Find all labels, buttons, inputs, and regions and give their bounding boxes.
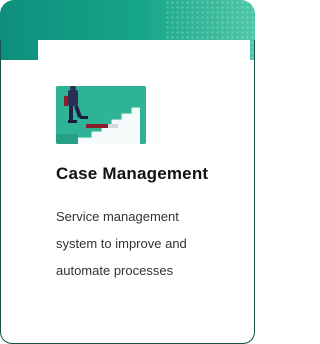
- card-description-line: system to improve and: [56, 236, 187, 251]
- card-description-line: automate processes: [56, 263, 174, 278]
- card-description-line: Service management: [56, 209, 179, 224]
- staircase-climb-illustration: [56, 86, 146, 144]
- product-card[interactable]: Case Management Service management syste…: [0, 0, 255, 344]
- card-title: Case Management: [56, 164, 209, 183]
- card-description: Service management system to improve and…: [56, 203, 236, 284]
